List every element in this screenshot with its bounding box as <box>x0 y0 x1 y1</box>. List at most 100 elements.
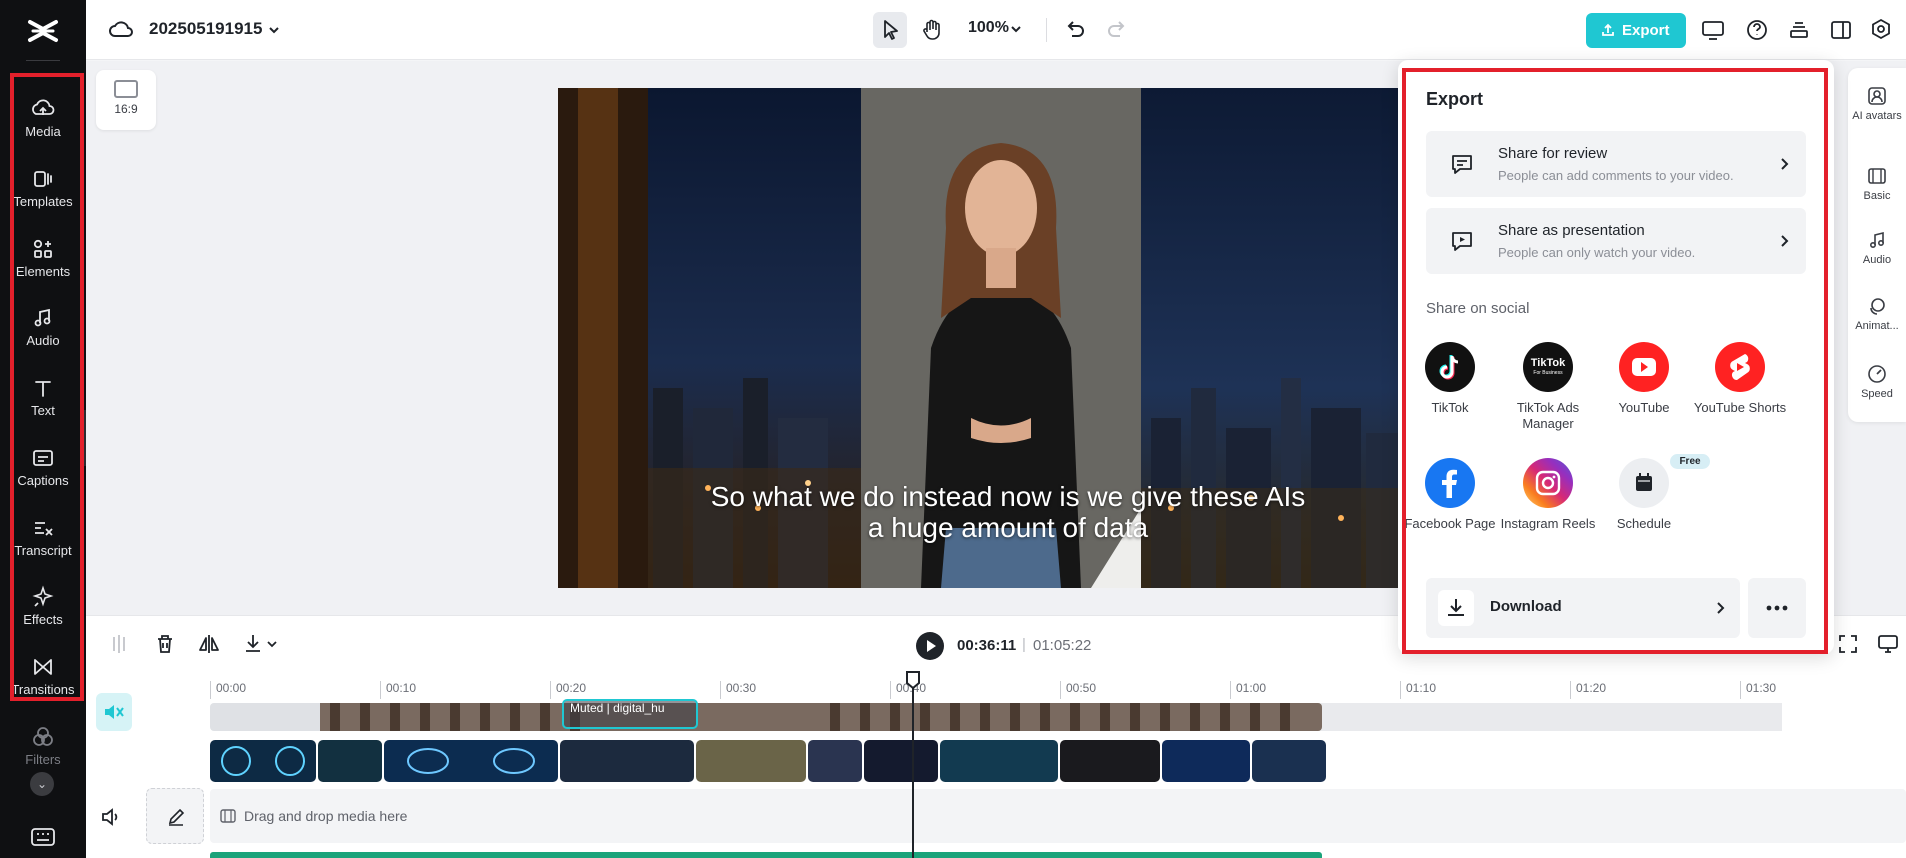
muted-clip-label[interactable]: Muted | digital_hu <box>562 699 698 729</box>
fullscreen-icon[interactable] <box>1836 632 1860 656</box>
layers-stack-icon[interactable] <box>1786 17 1812 43</box>
social-label: TikTok <box>1431 400 1469 415</box>
video-clip[interactable] <box>940 740 1058 782</box>
video-clip[interactable] <box>808 740 862 782</box>
tech-circle-thumbnail <box>221 746 305 776</box>
aspect-ratio-icon <box>114 80 138 98</box>
share-youtube-shorts-button[interactable]: YouTube Shorts <box>1692 342 1788 416</box>
select-tool-button[interactable] <box>873 12 907 48</box>
hand-tool-button[interactable] <box>915 12 949 48</box>
ruler-tick: 00:10 <box>380 681 416 699</box>
schedule-post-button[interactable]: Schedule <box>1596 458 1692 532</box>
aspect-ratio-button[interactable]: 16:9 <box>96 70 156 130</box>
share-facebook-page-button[interactable]: Facebook Page <box>1402 458 1498 532</box>
chevron-right-icon <box>1781 158 1789 170</box>
share-youtube-button[interactable]: YouTube <box>1596 342 1692 416</box>
delete-trash-icon[interactable] <box>152 631 178 657</box>
share-instagram-reels-button[interactable]: Instagram Reels <box>1500 458 1596 532</box>
chevron-down-icon[interactable] <box>1008 21 1024 37</box>
panel-item-basic[interactable]: Basic <box>1848 166 1906 203</box>
video-clip[interactable] <box>1060 740 1160 782</box>
aspect-ratio-label: 16:9 <box>114 102 138 116</box>
export-button[interactable]: Export <box>1586 13 1686 48</box>
playhead-handle[interactable] <box>905 671 921 689</box>
zoom-level[interactable]: 100% <box>968 19 1009 37</box>
youtube-shorts-icon <box>1715 342 1765 392</box>
pencil-icon <box>168 808 185 826</box>
social-label: TikTok Ads Manager <box>1516 400 1580 431</box>
chevron-down-icon[interactable] <box>266 22 282 38</box>
video-clip[interactable] <box>1162 740 1250 782</box>
project-title[interactable]: 202505191915 <box>149 19 262 39</box>
avatar-video-track[interactable] <box>210 703 1322 731</box>
cloud-sync-icon[interactable] <box>108 18 134 40</box>
caption-overlay[interactable]: So what we do instead now is we give the… <box>558 481 1398 543</box>
video-clip[interactable] <box>864 740 938 782</box>
facebook-icon <box>1425 458 1475 508</box>
panel-item-animation[interactable]: Animat... <box>1848 296 1906 333</box>
video-clip[interactable] <box>318 740 382 782</box>
ruler-tick: 01:30 <box>1740 681 1776 699</box>
redo-icon[interactable] <box>1102 15 1132 45</box>
tiktok-business-logo-text: TikTok <box>1530 357 1566 369</box>
hand-icon <box>923 19 940 40</box>
play-button[interactable] <box>916 632 944 660</box>
playhead[interactable] <box>912 671 914 858</box>
audio-track[interactable] <box>210 852 1322 858</box>
timeline-ruler[interactable]: 00:00 00:10 00:20 00:30 00:40 00:50 01:0… <box>210 671 1906 699</box>
export-button-label: Export <box>1622 22 1670 39</box>
panel-item-label: Audio <box>1862 254 1892 266</box>
share-tiktok-button[interactable]: TikTok <box>1402 342 1498 416</box>
mute-track-button[interactable] <box>96 693 132 731</box>
video-clip[interactable] <box>1252 740 1326 782</box>
panel-item-speed[interactable]: Speed <box>1848 364 1906 401</box>
ruler-tick: 01:00 <box>1230 681 1266 699</box>
video-clip[interactable] <box>384 740 558 782</box>
monitor-download-icon[interactable] <box>1700 17 1726 43</box>
calendar-icon <box>1619 458 1669 508</box>
share-review-subtitle: People can add comments to your video. <box>1498 168 1734 183</box>
ruler-tick: 00:30 <box>720 681 756 699</box>
share-tiktok-ads-manager-button[interactable]: TikTok For Business TikTok Ads Manager <box>1500 342 1596 432</box>
sidebar-item-filters[interactable]: Filters <box>0 718 86 774</box>
panel-item-label: Basic <box>1863 190 1891 202</box>
total-duration: 01:05:22 <box>1033 637 1092 654</box>
settings-gear-icon[interactable] <box>1868 17 1894 43</box>
video-preview[interactable]: So what we do instead now is we give the… <box>558 88 1398 588</box>
edit-track-button[interactable] <box>146 788 204 844</box>
broll-video-track[interactable] <box>210 740 1330 782</box>
capcut-logo-icon[interactable] <box>26 14 60 48</box>
free-badge: Free <box>1670 454 1710 469</box>
keyboard-icon[interactable] <box>30 826 56 848</box>
preview-monitor-icon[interactable] <box>1876 632 1900 656</box>
more-options-button[interactable] <box>1748 578 1806 638</box>
share-for-review-button[interactable]: Share for review People can add comments… <box>1426 131 1806 197</box>
download-label: Download <box>1490 598 1562 615</box>
download-arrow-icon <box>1448 599 1464 616</box>
download-button[interactable]: Download <box>1426 578 1740 638</box>
social-label: YouTube Shorts <box>1693 400 1787 415</box>
basic-film-icon <box>1868 168 1886 184</box>
video-clip[interactable] <box>696 740 806 782</box>
instagram-icon <box>1523 458 1573 508</box>
help-question-icon[interactable] <box>1744 17 1770 43</box>
undo-icon[interactable] <box>1060 15 1090 45</box>
ruler-tick: 00:20 <box>550 681 586 699</box>
mirror-flip-icon[interactable] <box>196 631 222 657</box>
animation-circles-icon <box>1870 298 1885 315</box>
split-layout-icon[interactable] <box>1828 17 1854 43</box>
export-title: Export <box>1426 89 1484 109</box>
upload-icon <box>1602 23 1614 36</box>
media-drop-zone[interactable]: Drag and drop media here <box>210 789 1906 843</box>
share-as-presentation-button[interactable]: Share as presentation People can only wa… <box>1426 208 1806 274</box>
video-clip[interactable] <box>560 740 694 782</box>
comment-bubble-icon <box>1452 155 1472 174</box>
download-dropdown-icon[interactable] <box>242 631 282 657</box>
split-clip-icon[interactable] <box>106 631 132 657</box>
panel-item-ai-avatars[interactable]: AI avatars <box>1848 86 1906 123</box>
speaker-icon[interactable] <box>100 806 122 828</box>
video-clip[interactable] <box>210 740 316 782</box>
share-on-social-heading: Share on social <box>1426 300 1530 317</box>
sidebar-expand-chevron-icon[interactable]: ⌄ <box>30 772 54 796</box>
panel-item-audio[interactable]: Audio <box>1848 230 1906 267</box>
